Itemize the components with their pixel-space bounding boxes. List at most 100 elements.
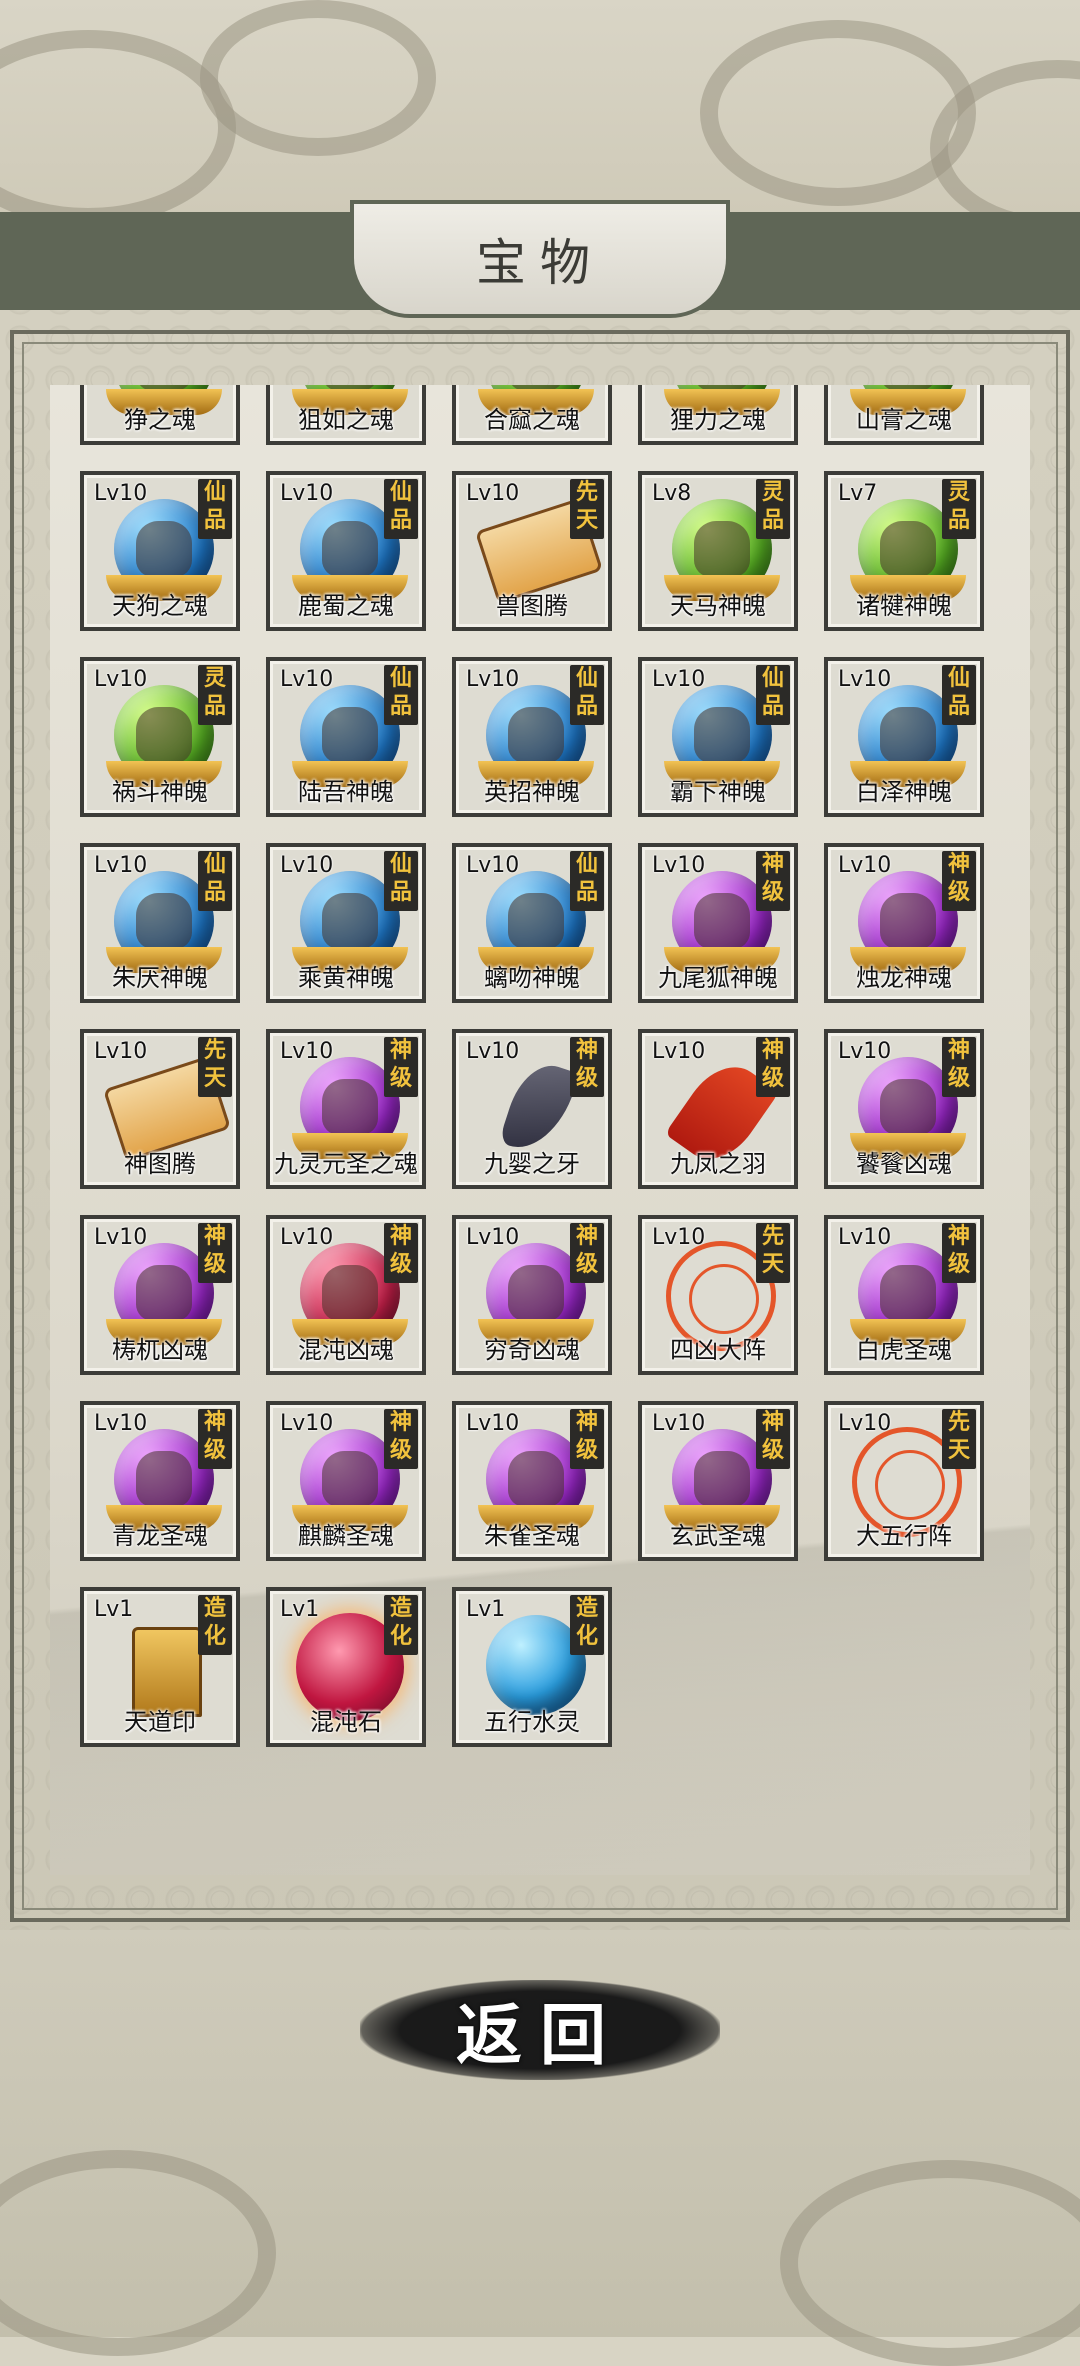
rank-badge: 灵品 <box>942 479 976 539</box>
back-button[interactable]: 返回 <box>360 1980 720 2080</box>
treasure-card[interactable]: Lv10 仙品朱厌神魄 <box>80 843 240 1003</box>
level-label: Lv10 <box>280 481 334 506</box>
beast-icon <box>694 707 750 763</box>
treasure-card[interactable]: Lv1 造化混沌石 <box>266 1587 426 1747</box>
item-name: 青龙圣魂 <box>112 1522 208 1550</box>
rank-badge: 先天 <box>942 1409 976 1469</box>
item-name: 九婴之牙 <box>484 1150 580 1178</box>
beast-icon <box>322 521 378 577</box>
rank-badge: 造化 <box>384 1595 418 1655</box>
treasure-card[interactable]: Lv10 仙品霸下神魄 <box>638 657 798 817</box>
item-name: 诸犍神魄 <box>856 592 952 620</box>
treasure-card[interactable]: Lv10 仙品陆吾神魄 <box>266 657 426 817</box>
treasure-card[interactable]: Lv10 神级九婴之牙 <box>452 1029 612 1189</box>
rank-badge: 神级 <box>384 1037 418 1097</box>
level-label: Lv1 <box>94 1597 134 1622</box>
treasure-card[interactable]: Lv7 灵品诸犍神魄 <box>824 471 984 631</box>
treasure-card[interactable]: Lv8 灵品天马神魄 <box>638 471 798 631</box>
treasure-card[interactable]: Lv10 神级饕餮凶魂 <box>824 1029 984 1189</box>
level-label: Lv10 <box>466 667 520 692</box>
rank-badge: 仙品 <box>198 479 232 539</box>
rank-badge: 神级 <box>756 1037 790 1097</box>
treasure-list[interactable]: 狰之魂 狙如之魂 合窳之魂 狸力之魂 山膏之魂 Lv10 仙品天狗之魂 Lv10 仙品鹿蜀之魂 L… <box>50 385 1030 1875</box>
treasure-card[interactable]: Lv10 神级九灵元圣之魂 <box>266 1029 426 1189</box>
level-label: Lv10 <box>280 1225 334 1250</box>
treasure-card[interactable]: Lv10 神级白虎圣魂 <box>824 1215 984 1375</box>
item-name: 霸下神魄 <box>670 778 766 806</box>
rank-badge: 先天 <box>756 1223 790 1283</box>
treasure-card[interactable]: Lv10 先天大五行阵 <box>824 1401 984 1561</box>
treasure-card[interactable]: Lv10 神级穷奇凶魂 <box>452 1215 612 1375</box>
item-name: 饕餮凶魂 <box>856 1150 952 1178</box>
item-name: 大五行阵 <box>856 1522 952 1550</box>
treasure-card[interactable]: Lv10 先天兽图腾 <box>452 471 612 631</box>
treasure-card[interactable]: Lv10 神级混沌凶魂 <box>266 1215 426 1375</box>
treasure-card[interactable]: Lv10 仙品乘黄神魄 <box>266 843 426 1003</box>
treasure-card[interactable]: Lv10 神级烛龙神魂 <box>824 843 984 1003</box>
level-label: Lv10 <box>838 1225 892 1250</box>
beast-icon <box>322 1079 378 1135</box>
beast-icon <box>322 893 378 949</box>
rank-badge: 仙品 <box>942 665 976 725</box>
item-name: 合窳之魂 <box>484 406 580 434</box>
treasure-card[interactable]: Lv10 神级九尾狐神魄 <box>638 843 798 1003</box>
beast-icon <box>880 1079 936 1135</box>
level-label: Lv1 <box>280 1597 320 1622</box>
item-name: 白泽神魄 <box>856 778 952 806</box>
beast-icon <box>508 707 564 763</box>
treasure-card[interactable]: 山膏之魂 <box>824 385 984 445</box>
item-name: 梼杌凶魂 <box>112 1336 208 1364</box>
treasure-card[interactable]: Lv10 先天神图腾 <box>80 1029 240 1189</box>
level-label: Lv10 <box>838 667 892 692</box>
beast-icon <box>322 707 378 763</box>
item-name: 九尾狐神魄 <box>658 964 778 992</box>
treasure-card[interactable]: Lv10 神级九凤之羽 <box>638 1029 798 1189</box>
item-name: 狙如之魂 <box>298 406 394 434</box>
rank-badge: 神级 <box>570 1223 604 1283</box>
beast-icon <box>880 893 936 949</box>
item-name: 天马神魄 <box>670 592 766 620</box>
level-label: Lv10 <box>466 481 520 506</box>
treasure-card[interactable]: Lv10 仙品天狗之魂 <box>80 471 240 631</box>
beast-icon <box>136 521 192 577</box>
level-label: Lv10 <box>466 853 520 878</box>
treasure-card[interactable]: Lv10 神级青龙圣魂 <box>80 1401 240 1561</box>
treasure-card[interactable]: Lv10 神级麒麟圣魂 <box>266 1401 426 1561</box>
beast-icon <box>136 1451 192 1507</box>
level-label: Lv10 <box>466 1039 520 1064</box>
level-label: Lv10 <box>838 853 892 878</box>
rank-badge: 灵品 <box>756 479 790 539</box>
treasure-card[interactable]: Lv1 造化五行水灵 <box>452 1587 612 1747</box>
treasure-card[interactable]: Lv10 神级梼杌凶魂 <box>80 1215 240 1375</box>
treasure-card[interactable]: Lv10 仙品鹿蜀之魂 <box>266 471 426 631</box>
item-name: 山膏之魂 <box>856 406 952 434</box>
item-name: 乘黄神魄 <box>298 964 394 992</box>
level-label: Lv10 <box>94 1411 148 1436</box>
treasure-card[interactable]: Lv10 灵品祸斗神魄 <box>80 657 240 817</box>
item-name: 四凶大阵 <box>670 1336 766 1364</box>
beast-icon <box>136 1265 192 1321</box>
treasure-card[interactable]: 合窳之魂 <box>452 385 612 445</box>
level-label: Lv10 <box>94 481 148 506</box>
treasure-card[interactable]: Lv10 神级玄武圣魂 <box>638 1401 798 1561</box>
rank-badge: 神级 <box>942 1223 976 1283</box>
treasure-card[interactable]: Lv10 仙品螭吻神魄 <box>452 843 612 1003</box>
item-name: 九灵元圣之魂 <box>274 1150 418 1178</box>
item-name: 螭吻神魄 <box>484 964 580 992</box>
rank-badge: 先天 <box>570 479 604 539</box>
treasure-card[interactable]: 狸力之魂 <box>638 385 798 445</box>
rank-badge: 仙品 <box>570 851 604 911</box>
item-name: 狰之魂 <box>124 406 196 434</box>
rank-badge: 仙品 <box>384 665 418 725</box>
item-name: 九凤之羽 <box>670 1150 766 1178</box>
treasure-card[interactable]: Lv10 仙品英招神魄 <box>452 657 612 817</box>
item-name: 兽图腾 <box>496 592 568 620</box>
treasure-card[interactable]: Lv1 造化天道印 <box>80 1587 240 1747</box>
header-decoration <box>0 0 1080 236</box>
treasure-card[interactable]: 狰之魂 <box>80 385 240 445</box>
treasure-card[interactable]: 狙如之魂 <box>266 385 426 445</box>
treasure-card[interactable]: Lv10 神级朱雀圣魂 <box>452 1401 612 1561</box>
treasure-card[interactable]: Lv10 仙品白泽神魄 <box>824 657 984 817</box>
treasure-card[interactable]: Lv10 先天四凶大阵 <box>638 1215 798 1375</box>
level-label: Lv10 <box>652 1225 706 1250</box>
